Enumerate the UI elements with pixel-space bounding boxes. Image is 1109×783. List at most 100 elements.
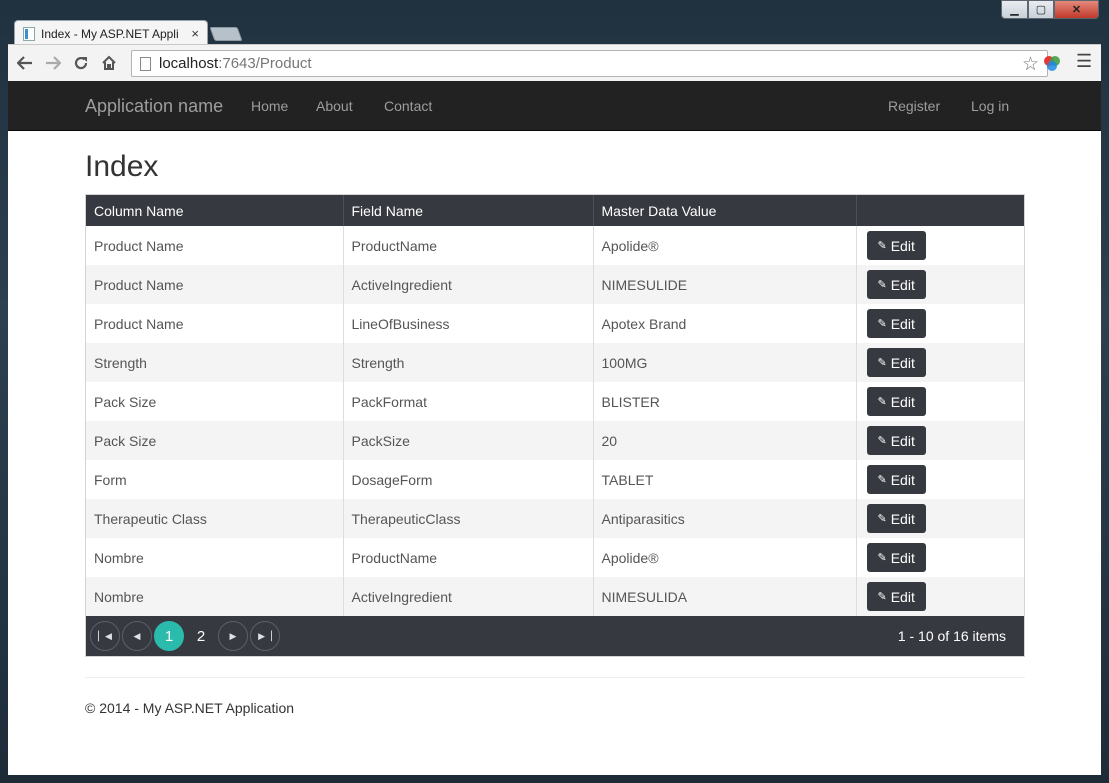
field-name-cell: Strength <box>342 343 593 382</box>
page-favicon-icon <box>23 26 35 41</box>
column-header-master-data-value[interactable]: Master Data Value <box>592 195 856 226</box>
actions-cell: ✎ Edit <box>855 343 1024 382</box>
edit-button[interactable]: ✎ Edit <box>866 426 926 455</box>
actions-cell: ✎ Edit <box>855 226 1024 265</box>
pager-info: 1 - 10 of 16 items <box>897 628 1006 644</box>
back-arrow-icon[interactable] <box>11 49 39 77</box>
actions-cell: ✎ Edit <box>855 577 1024 616</box>
last-page-icon[interactable]: ▶▕ <box>250 621 280 651</box>
edit-button[interactable]: ✎ Edit <box>866 231 926 260</box>
field-name-cell: PackSize <box>342 421 593 460</box>
nav-contact[interactable]: Contact <box>384 98 432 114</box>
home-icon[interactable] <box>95 49 123 77</box>
address-bar[interactable]: localhost:7643/Product ☆ <box>131 50 1048 77</box>
minimize-icon[interactable]: ▁ <box>1001 0 1028 19</box>
url-host: localhost <box>159 55 219 72</box>
pencil-icon: ✎ <box>877 591 887 603</box>
table-row: Therapeutic Class TherapeuticClass Antipar… <box>86 499 1024 538</box>
edit-button-label: Edit <box>890 471 915 488</box>
edit-button[interactable]: ✎ Edit <box>866 309 926 338</box>
edit-button-label: Edit <box>890 276 915 293</box>
edit-button[interactable]: ✎ Edit <box>866 270 926 299</box>
column-name-cell: Form <box>94 471 127 488</box>
tab-close-icon[interactable]: × <box>191 26 199 41</box>
next-page-icon[interactable]: ▶ <box>218 621 248 651</box>
browser-tab[interactable]: Index - My ASP.NET Appli × <box>14 20 208 46</box>
pencil-icon: ✎ <box>877 474 887 486</box>
actions-cell: ✎ Edit <box>855 499 1024 538</box>
column-name-cell: Product Name <box>94 315 184 332</box>
pencil-icon: ✎ <box>877 318 887 330</box>
actions-cell: ✎ Edit <box>855 304 1024 343</box>
first-page-icon[interactable]: ▏◀ <box>90 621 120 651</box>
field-name-cell: DosageForm <box>342 460 593 499</box>
edit-button[interactable]: ✎ Edit <box>866 582 926 611</box>
column-header-column-name[interactable]: Column Name <box>86 195 343 226</box>
browser-toolbar: localhost:7643/Product ☆ ☰ <box>8 44 1101 81</box>
edit-button-label: Edit <box>890 549 915 566</box>
column-name-cell: Nombre <box>94 549 144 566</box>
edit-button[interactable]: ✎ Edit <box>866 465 926 494</box>
column-header-field-name[interactable]: Field Name <box>342 195 593 226</box>
prev-page-icon[interactable]: ◀ <box>122 621 152 651</box>
grid-header-row: Column Name Field Name Master Data Value <box>86 195 1024 226</box>
edit-button-label: Edit <box>890 588 915 605</box>
table-row: Product Name ProductName Apolide® ✎ Edit <box>86 226 1024 265</box>
column-name-cell: Product Name <box>86 265 343 304</box>
reload-icon[interactable] <box>67 49 95 77</box>
master-data-value-cell: NIMESULIDE <box>592 265 856 304</box>
edit-button[interactable]: ✎ Edit <box>866 387 926 416</box>
column-name-cell: Strength <box>86 343 343 382</box>
field-name-cell: ActiveIngredient <box>342 265 593 304</box>
pencil-icon: ✎ <box>877 513 887 525</box>
master-data-value-cell: NIMESULIDA <box>592 577 856 616</box>
new-tab-button[interactable] <box>209 27 243 41</box>
hamburger-menu-icon[interactable]: ☰ <box>1076 51 1092 72</box>
url-path: :7643/Product <box>218 55 312 72</box>
table-row: Pack Size PackSize 20 ✎ Edit <box>86 421 1024 460</box>
table-row: Product Name LineOfBusiness Apotex Brand ✎ E… <box>86 304 1024 343</box>
master-data-value-cell: BLISTER <box>592 382 856 421</box>
master-data-value-cell: Apolide® <box>592 226 856 265</box>
extension-icon[interactable] <box>1043 54 1061 72</box>
grid-body: Product Name ProductName Apolide® ✎ Edit Prod… <box>86 226 1024 616</box>
brand-link[interactable]: Application name <box>85 96 223 117</box>
master-data-value-cell: Apotex Brand <box>592 304 856 343</box>
field-name-cell: ProductName <box>342 538 593 577</box>
table-row: Product Name ActiveIngredient NIMESULIDE ✎ E… <box>86 265 1024 304</box>
nav-about[interactable]: About <box>316 98 353 114</box>
nav-login[interactable]: Log in <box>971 98 1009 114</box>
bookmark-star-icon[interactable]: ☆ <box>1022 53 1039 76</box>
actions-cell: ✎ Edit <box>855 382 1024 421</box>
page-icon <box>140 56 151 71</box>
footer-text: © 2014 - My ASP.NET Application <box>85 700 295 716</box>
forward-arrow-icon[interactable] <box>39 49 67 77</box>
pencil-icon: ✎ <box>877 279 887 291</box>
master-data-value-cell: TABLET <box>592 460 856 499</box>
pencil-icon: ✎ <box>877 396 887 408</box>
field-name-cell: ActiveIngredient <box>342 577 593 616</box>
close-window-icon[interactable]: ✕ <box>1054 0 1099 19</box>
tab-title: Index - My ASP.NET Appli <box>41 26 179 41</box>
page-button-2[interactable]: 2 <box>186 621 216 651</box>
edit-button[interactable]: ✎ Edit <box>866 543 926 572</box>
actions-cell: ✎ Edit <box>855 538 1024 577</box>
table-row: Pack Size PackFormat BLISTER ✎ Edit <box>86 382 1024 421</box>
maximize-icon[interactable]: ▢ <box>1028 0 1054 19</box>
edit-button-label: Edit <box>890 237 915 254</box>
actions-cell: ✎ Edit <box>855 421 1024 460</box>
footer-divider <box>85 677 1025 678</box>
edit-button[interactable]: ✎ Edit <box>866 504 926 533</box>
pencil-icon: ✎ <box>877 357 887 369</box>
nav-home[interactable]: Home <box>251 98 288 114</box>
column-name-cell: Product Name <box>94 237 184 254</box>
table-row: Form DosageForm TABLET ✎ Edit <box>86 460 1024 499</box>
page-button-1[interactable]: 1 <box>154 621 184 651</box>
actions-cell: ✎ Edit <box>855 265 1024 304</box>
nav-register[interactable]: Register <box>888 98 940 114</box>
browser-titlebar: Index - My ASP.NET Appli × ▁ ▢ ✕ <box>0 0 1109 46</box>
edit-button[interactable]: ✎ Edit <box>866 348 926 377</box>
edit-button-label: Edit <box>890 393 915 410</box>
page-viewport: Application name Home About Contact Regi… <box>8 81 1101 775</box>
master-data-value-cell: Apolide® <box>592 538 856 577</box>
